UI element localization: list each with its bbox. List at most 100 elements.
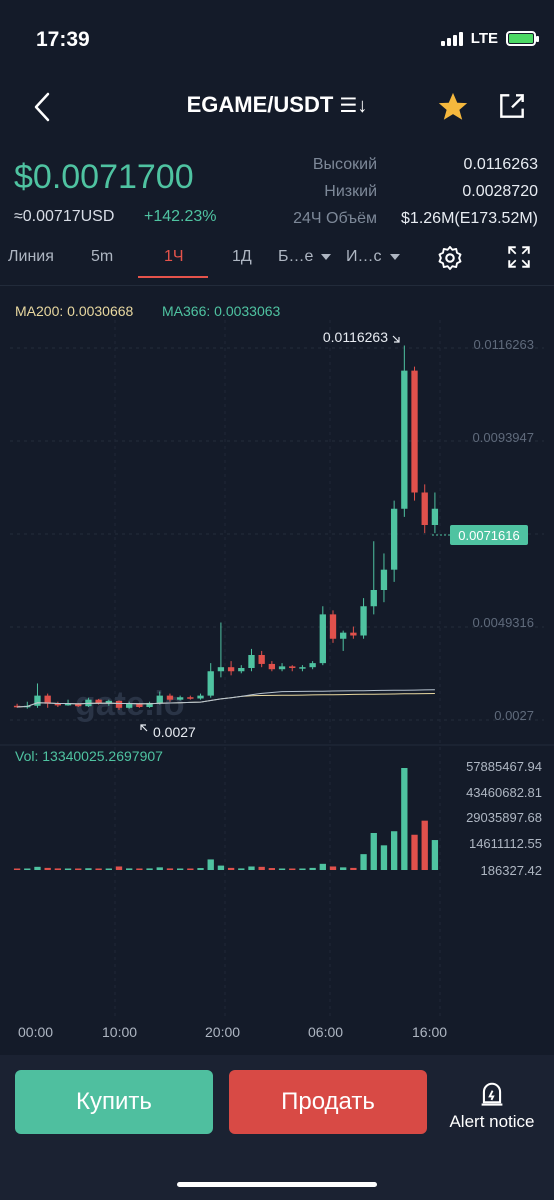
x-tick-label: 06:00 — [308, 1024, 344, 1040]
volume-bar — [258, 866, 265, 870]
tab-more[interactable]: Б…е — [278, 248, 332, 266]
volume-bar — [54, 868, 62, 870]
pair-title[interactable]: EGAME/USDT ☰↓ — [0, 92, 554, 118]
x-tick-label: 10:00 — [102, 1024, 138, 1040]
sell-button[interactable]: Продать — [229, 1070, 427, 1134]
high-label: Высокий — [312, 156, 377, 173]
tab-5m[interactable]: 5m — [91, 248, 113, 266]
candle-body — [166, 695, 174, 700]
volume-bar — [24, 868, 31, 870]
x-tick-label: 16:00 — [412, 1024, 448, 1040]
candle-body — [340, 632, 347, 639]
volume-bar — [289, 868, 296, 870]
volume-bar — [34, 866, 41, 870]
volume-bar — [197, 868, 204, 870]
price-axis-label: 0.0093947 — [473, 430, 534, 445]
tab-active-underline — [138, 276, 208, 278]
high-annotation: 0.0116263 — [323, 329, 388, 345]
volume-axis-label: 14611112.55 — [469, 836, 542, 851]
tab-line[interactable]: Линия — [8, 248, 54, 266]
tab-1d[interactable]: 1Д — [232, 248, 252, 266]
volume-bar — [248, 866, 255, 870]
candle-body — [380, 569, 388, 590]
price-axis-label: 0.0049316 — [473, 615, 534, 630]
volume-bar — [268, 868, 276, 870]
candle-body — [268, 663, 276, 670]
signal-icon — [440, 31, 463, 46]
price-axis-label: 0.0027 — [494, 708, 534, 723]
candle-body — [176, 697, 184, 700]
volume-bar — [13, 868, 21, 870]
alarm-icon — [481, 1082, 503, 1106]
arrow-up-left-icon — [140, 724, 148, 732]
ma366-label: MA366: 0.0033063 — [162, 303, 281, 319]
favorite-star-icon[interactable] — [436, 90, 470, 124]
low-label: Низкий — [324, 183, 377, 200]
current-price-tag: 0.0071616 — [458, 528, 519, 543]
candle-body — [238, 668, 245, 672]
candle-body — [248, 655, 255, 668]
candle-body — [360, 606, 367, 636]
chevron-down-icon — [389, 253, 400, 260]
x-tick-label: 20:00 — [205, 1024, 241, 1040]
pair-name: EGAME/USDT — [186, 92, 334, 117]
volume-axis-label: 186327.42 — [481, 863, 542, 878]
volume-bar — [299, 868, 306, 870]
volume-bar — [156, 867, 163, 870]
volume-bar — [105, 868, 112, 870]
volume-bar — [431, 840, 439, 870]
volume-bar — [360, 854, 367, 870]
volume-bar — [380, 845, 388, 870]
candle-body — [95, 699, 102, 703]
candle-body — [431, 508, 439, 525]
candle-body — [350, 632, 357, 636]
high-value: 0.0116263 — [463, 156, 538, 173]
volume-bar — [340, 867, 347, 870]
tab-1h[interactable]: 1Ч — [164, 248, 184, 266]
volume-bar — [207, 859, 214, 870]
volume-bar — [217, 865, 225, 870]
x-tick-label: 00:00 — [18, 1024, 54, 1040]
sort-icon: ☰↓ — [339, 95, 368, 117]
usd-price: ≈0.00717USD — [14, 208, 115, 225]
candle-body — [421, 492, 428, 525]
candle-body — [299, 667, 306, 669]
buy-button[interactable]: Купить — [15, 1070, 213, 1134]
gear-icon[interactable] — [436, 244, 464, 272]
volume-bar — [95, 868, 102, 870]
candlestick-chart[interactable]: gate.io0.01162630.00939470.00493160.0027… — [0, 320, 554, 1020]
alert-notice-button[interactable]: Alert notice — [440, 1078, 544, 1132]
tab-indicators[interactable]: И…с — [346, 248, 400, 266]
share-icon[interactable] — [496, 90, 528, 122]
candle-body — [309, 663, 316, 668]
volume-bar — [85, 868, 92, 870]
candle-body — [289, 666, 296, 668]
status-time: 17:39 — [36, 28, 90, 51]
candle-body — [227, 667, 235, 672]
volume-bar — [238, 868, 245, 870]
candle-body — [34, 695, 41, 706]
volume-bar — [401, 768, 408, 870]
low-annotation: 0.0027 — [153, 724, 196, 740]
tab-more-label: Б…е — [278, 248, 314, 265]
candle-body — [329, 614, 337, 639]
fullscreen-icon[interactable] — [506, 244, 532, 270]
candle-body — [126, 703, 133, 708]
volume-bar — [390, 831, 398, 870]
candle-body — [187, 697, 194, 699]
status-indicators: LTE — [440, 30, 539, 47]
volume-bar — [411, 834, 418, 870]
alert-notice-label: Alert notice — [449, 1112, 535, 1131]
candle-body — [217, 667, 225, 672]
candle-body — [411, 370, 418, 493]
ma200-label: MA200: 0.0030668 — [15, 303, 134, 319]
arrow-down-right-icon — [392, 335, 400, 343]
volume-value: $1.26M(E173.52M) — [401, 210, 538, 227]
network-type: LTE — [470, 30, 498, 47]
low-value: 0.0028720 — [462, 183, 538, 200]
volume-bar — [278, 868, 286, 870]
volume-bar — [421, 820, 428, 870]
volume-bar — [64, 868, 72, 870]
volume-bar — [136, 868, 143, 870]
tab-indicators-label: И…с — [346, 248, 382, 265]
